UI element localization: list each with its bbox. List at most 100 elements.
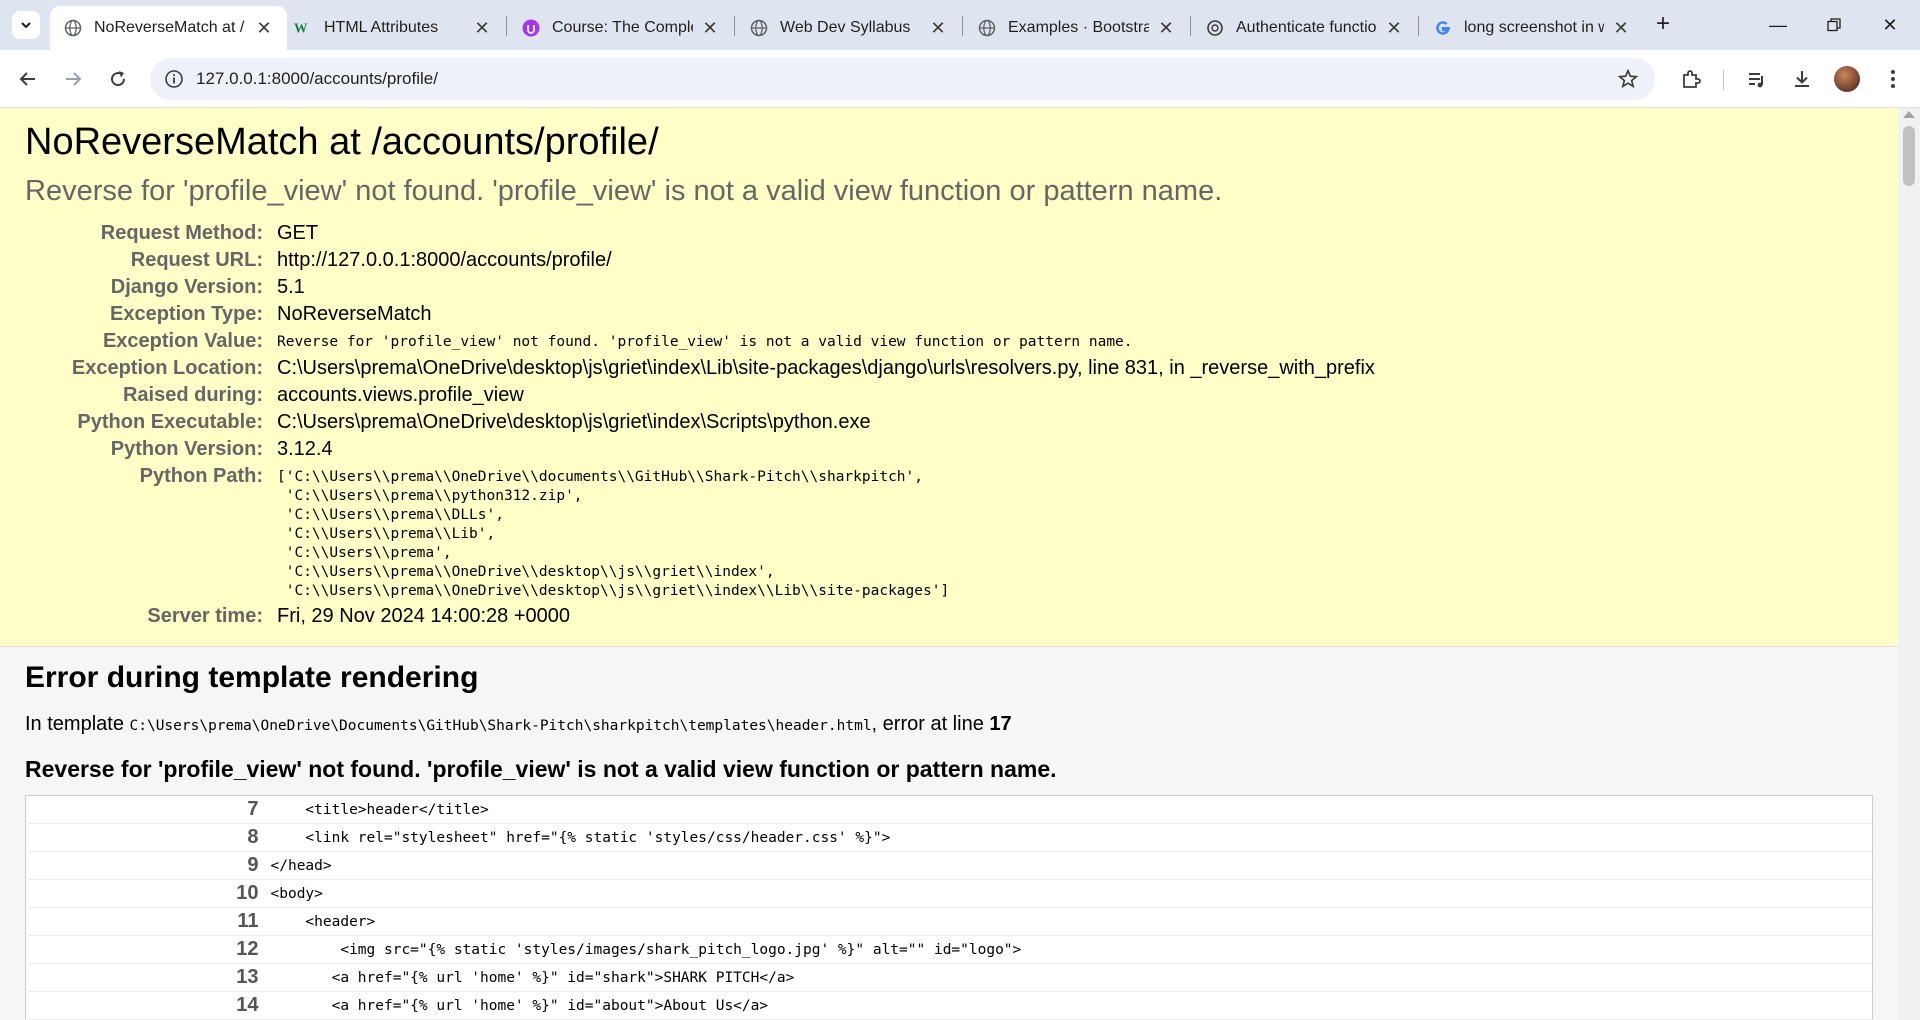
line-code: <title>header</title>	[270, 795, 1873, 824]
openai-icon	[1206, 19, 1224, 37]
line-number: 8	[25, 823, 271, 852]
close-tab-icon[interactable]: ✕	[473, 18, 491, 39]
tab-separator	[962, 16, 963, 36]
page-scrollbar[interactable]	[1898, 108, 1920, 1020]
back-button[interactable]	[13, 64, 43, 94]
close-window-button[interactable]: ✕	[1870, 10, 1910, 40]
close-tab-icon[interactable]: ✕	[255, 18, 273, 39]
line-code: </head>	[270, 851, 1873, 880]
forward-button[interactable]	[58, 64, 88, 94]
line-code: <header>	[270, 907, 1873, 936]
meta-row: Request URL: http://127.0.0.1:8000/accoun…	[25, 247, 1375, 274]
tab-search-button[interactable]	[12, 11, 40, 39]
close-tab-icon[interactable]: ✕	[1157, 18, 1175, 39]
tab-title: long screenshot in w	[1464, 19, 1604, 36]
address-bar[interactable]: 127.0.0.1:8000/accounts/profile/	[150, 58, 1655, 100]
meta-row: Exception Type: NoReverseMatch	[25, 301, 1375, 328]
meta-row: Django Version: 5.1	[25, 274, 1375, 301]
tab-title: HTML Attributes	[324, 19, 439, 36]
tab-3[interactable]: Course: The Complet ✕	[508, 6, 733, 50]
more-vertical-icon	[1891, 70, 1895, 88]
tab-5[interactable]: Examples · Bootstrap ✕	[964, 6, 1189, 50]
python-path-list: ['C:\\Users\\prema\\OneDrive\\documents\…	[277, 469, 950, 599]
reload-button[interactable]	[103, 64, 133, 94]
intro-prefix: In template	[25, 713, 130, 735]
close-tab-icon[interactable]: ✕	[929, 18, 947, 39]
tab-title: NoReverseMatch at /	[94, 19, 245, 36]
tab-separator	[1418, 16, 1419, 36]
restore-button[interactable]	[1814, 10, 1854, 40]
meta-label: Exception Type:	[110, 303, 263, 325]
template-error-intro: In template C:\Users\prema\OneDrive\Docu…	[25, 713, 1873, 736]
meta-label: Python Executable:	[77, 411, 263, 433]
tab-7[interactable]: long screenshot in w ✕	[1420, 6, 1644, 50]
bookmark-star-icon[interactable]	[1617, 68, 1639, 90]
source-line: 13 <a href="{% url 'home' %}" id="shark"…	[25, 963, 1873, 992]
meta-value: C:\Users\prema\OneDrive\desktop\js\griet…	[277, 357, 1375, 379]
tab-4[interactable]: Web Dev Syllabus ✕	[736, 6, 961, 50]
error-line-number: 17	[989, 713, 1012, 735]
tab-separator	[1190, 16, 1191, 36]
close-tab-icon[interactable]: ✕	[1612, 18, 1630, 39]
meta-value: ['C:\\Users\\prema\\OneDrive\\documents\…	[277, 463, 1375, 603]
line-number: 11	[25, 907, 271, 936]
scrollbar-thumb[interactable]	[1903, 126, 1915, 186]
line-code: <link rel="stylesheet" href="{% static '…	[270, 823, 1873, 852]
meta-row: Exception Value: Reverse for 'profile_vie…	[25, 328, 1375, 355]
line-number: 9	[25, 851, 271, 880]
google-icon	[1434, 19, 1452, 37]
tab-title: Web Dev Syllabus	[780, 19, 911, 36]
profile-avatar[interactable]	[1834, 66, 1860, 92]
line-number: 13	[25, 963, 271, 992]
globe-icon	[750, 19, 768, 37]
arrow-right-icon	[66, 72, 82, 86]
meta-value: GET	[277, 222, 319, 244]
meta-label: Server time:	[147, 605, 263, 627]
scroll-up-arrow-icon[interactable]	[1903, 111, 1915, 118]
minimize-button[interactable]: —	[1758, 10, 1798, 40]
tab-1[interactable]: NoReverseMatch at / ✕	[50, 6, 287, 50]
template-error-message: Reverse for 'profile_view' not found. 'p…	[25, 756, 1057, 782]
tab-2[interactable]: W HTML Attributes ✕	[280, 6, 505, 50]
globe-icon	[978, 19, 996, 37]
meta-row: Request Method: GET	[25, 220, 1375, 247]
meta-row: Server time: Fri, 29 Nov 2024 14:00:28 +0…	[25, 603, 1375, 630]
meta-label: Exception Location:	[71, 357, 263, 379]
tab-title: Course: The Complet	[552, 19, 693, 36]
error-summary: NoReverseMatch at /accounts/profile/ Rev…	[0, 108, 1898, 647]
tab-6[interactable]: Authenticate functio ✕	[1192, 6, 1417, 50]
meta-row: Raised during: accounts.views.profile_vie…	[25, 382, 1375, 409]
meta-value: Reverse for 'profile_view' not found. 'p…	[277, 334, 1133, 350]
source-line: 10 <body>	[25, 879, 1873, 908]
error-title: NoReverseMatch at /accounts/profile/	[25, 121, 659, 163]
downloads-button[interactable]	[1789, 66, 1815, 92]
media-controls-button[interactable]	[1744, 66, 1770, 92]
new-tab-button[interactable]: +	[1650, 12, 1676, 38]
meta-label: Request URL:	[130, 249, 263, 271]
w3-logo-icon: W	[294, 19, 312, 37]
globe-icon	[64, 19, 82, 37]
close-tab-icon[interactable]: ✕	[1385, 18, 1403, 39]
extensions-button[interactable]	[1678, 66, 1704, 92]
tab-separator	[734, 16, 735, 36]
meta-label: Exception Value:	[102, 330, 263, 352]
menu-button[interactable]	[1880, 66, 1906, 92]
close-tab-icon[interactable]: ✕	[701, 18, 719, 39]
line-number: 14	[25, 991, 271, 1020]
site-info-icon[interactable]	[164, 69, 184, 89]
puzzle-icon	[1683, 70, 1701, 88]
meta-row: Python Path: ['C:\\Users\\prema\\OneDrive…	[25, 463, 1375, 603]
template-source-table: 7 <title>header</title> 8 <link rel="styl…	[25, 795, 1873, 1020]
error-subtitle: Reverse for 'profile_view' not found. 'p…	[25, 175, 1223, 207]
meta-label: Django Version:	[110, 276, 263, 298]
meta-value: 3.12.4	[277, 438, 333, 460]
source-line: 9 </head>	[25, 851, 1873, 880]
download-icon	[1795, 71, 1809, 87]
line-code: <a href="{% url 'home' %}" id="shark">SH…	[270, 963, 1873, 992]
meta-label: Python Path:	[139, 465, 263, 487]
line-code: <a href="{% url 'home' %}" id="about">Ab…	[270, 991, 1873, 1020]
intro-suffix: , error at line	[871, 713, 990, 735]
line-code: <img src="{% static 'styles/images/shark…	[270, 935, 1873, 964]
meta-label: Raised during:	[122, 384, 263, 406]
reload-icon	[111, 71, 126, 87]
